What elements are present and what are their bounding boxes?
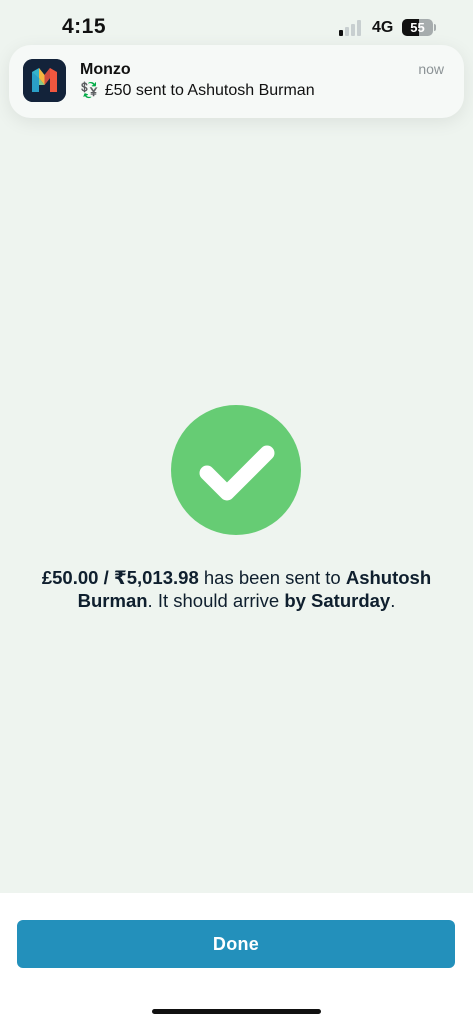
arrival-day: by Saturday <box>284 590 391 611</box>
success-check-circle <box>171 405 301 535</box>
bottom-bar: Done <box>0 893 473 1024</box>
confirmation-message: £50.00 / ₹5,013.98 has been sent to Ashu… <box>40 566 433 612</box>
push-notification[interactable]: Monzo 💱 £50 sent to Ashutosh Burman now <box>9 45 464 118</box>
message-text-1: has been sent to <box>198 567 346 588</box>
home-indicator[interactable] <box>152 1009 321 1014</box>
message-text-2: . It should arrive <box>147 590 285 611</box>
status-time: 4:15 <box>62 15 107 38</box>
battery-icon: 55 <box>402 19 436 36</box>
transfer-success-screen: 4:15 4G 55 Monzo 💱 £50 sent to Ashutosh … <box>0 0 473 893</box>
currency-exchange-icon: 💱 <box>80 82 99 99</box>
network-type: 4G <box>372 19 394 36</box>
notification-message: 💱 £50 sent to Ashutosh Burman <box>80 81 315 100</box>
monzo-app-icon <box>23 59 66 102</box>
done-button[interactable]: Done <box>17 920 455 968</box>
cellular-signal-icon <box>339 19 365 36</box>
notification-text: £50 sent to Ashutosh Burman <box>104 82 315 99</box>
notification-time: now <box>418 61 444 77</box>
transfer-amount: £50.00 / ₹5,013.98 <box>41 567 199 588</box>
message-text-3: . <box>390 590 396 611</box>
notification-app-name: Monzo <box>80 61 131 78</box>
battery-percent: 55 <box>410 20 425 35</box>
checkmark-icon <box>199 445 275 501</box>
